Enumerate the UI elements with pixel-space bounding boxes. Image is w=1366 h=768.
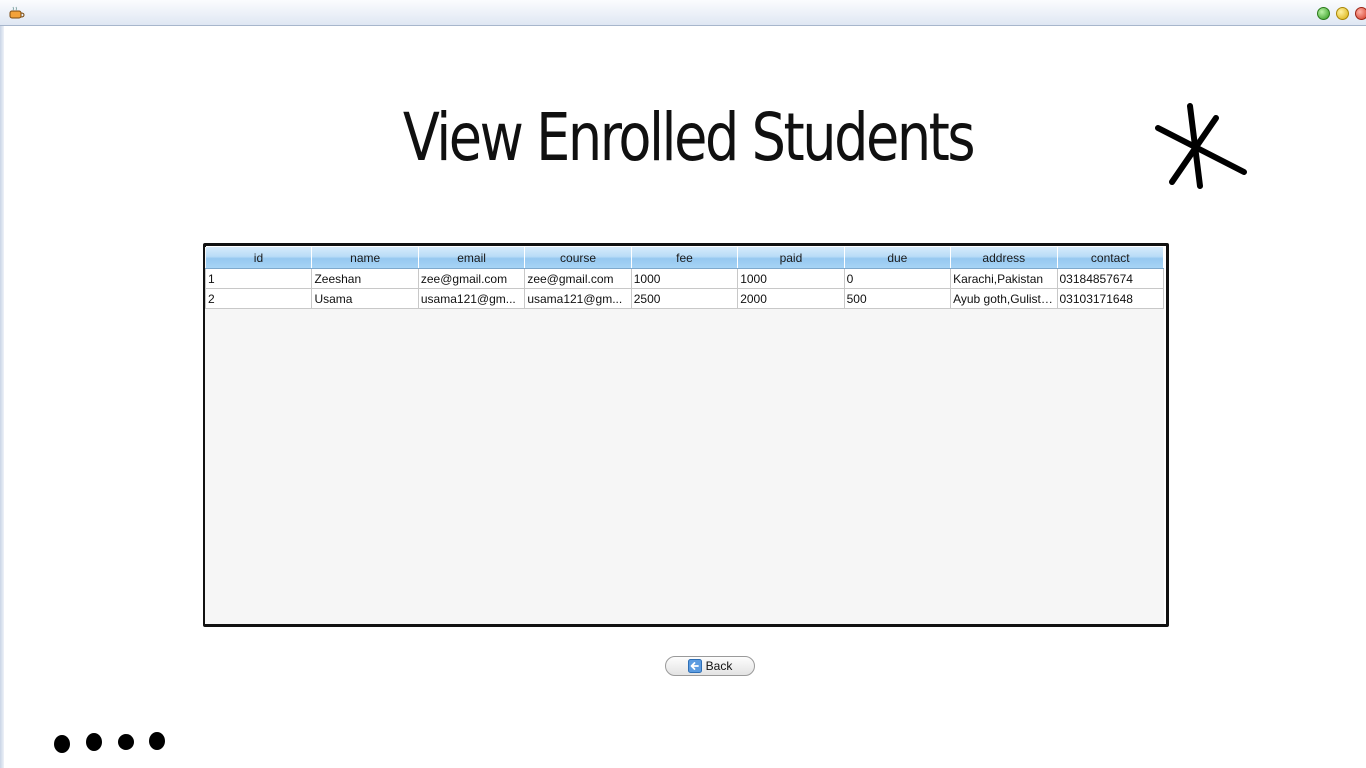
back-button-label: Back bbox=[705, 659, 733, 673]
column-header-course[interactable]: course bbox=[524, 247, 632, 269]
cell-due[interactable]: 0 bbox=[843, 268, 952, 289]
dots-doodle-icon bbox=[54, 732, 165, 753]
cell-email[interactable]: zee@gmail.com bbox=[417, 268, 526, 289]
cell-id[interactable]: 2 bbox=[205, 288, 313, 309]
cell-fee[interactable]: 1000 bbox=[630, 268, 739, 289]
cell-address[interactable]: Ayub goth,Gulista... bbox=[950, 288, 1058, 309]
page-title: View Enrolled Students bbox=[402, 99, 976, 176]
cell-contact[interactable]: 03103171648 bbox=[1056, 288, 1164, 309]
students-table-container[interactable]: id name email course fee paid due addres… bbox=[205, 247, 1164, 624]
cell-email[interactable]: usama121@gm... bbox=[417, 288, 526, 309]
maximize-button[interactable] bbox=[1317, 7, 1330, 20]
window-titlebar bbox=[0, 0, 1366, 26]
column-header-address[interactable]: address bbox=[950, 247, 1058, 269]
close-button[interactable] bbox=[1355, 7, 1366, 20]
column-header-paid[interactable]: paid bbox=[737, 247, 845, 269]
cell-name[interactable]: Usama bbox=[311, 288, 419, 309]
table-header-row: id name email course fee paid due addres… bbox=[205, 247, 1164, 269]
column-header-contact[interactable]: contact bbox=[1057, 247, 1164, 269]
cell-paid[interactable]: 2000 bbox=[737, 288, 845, 309]
cell-paid[interactable]: 1000 bbox=[737, 268, 845, 289]
column-header-name[interactable]: name bbox=[311, 247, 419, 269]
cell-fee[interactable]: 2500 bbox=[630, 288, 739, 309]
column-header-id[interactable]: id bbox=[205, 247, 313, 269]
cell-address[interactable]: Karachi,Pakistan bbox=[950, 268, 1058, 289]
asterisk-doodle-icon bbox=[1155, 103, 1247, 189]
window-left-border bbox=[0, 26, 4, 768]
column-header-due[interactable]: due bbox=[844, 247, 952, 269]
back-arrow-icon bbox=[687, 659, 702, 673]
cell-course[interactable]: zee@gmail.com bbox=[524, 268, 632, 289]
cell-due[interactable]: 500 bbox=[843, 288, 952, 309]
back-button[interactable]: Back bbox=[665, 656, 755, 676]
java-app-icon bbox=[9, 6, 25, 19]
minimize-button[interactable] bbox=[1336, 7, 1349, 20]
table-row[interactable]: 2 Usama usama121@gm... usama121@gm... 25… bbox=[205, 288, 1164, 309]
column-header-email[interactable]: email bbox=[418, 247, 526, 269]
column-header-fee[interactable]: fee bbox=[631, 247, 739, 269]
cell-id[interactable]: 1 bbox=[205, 268, 313, 289]
cell-course[interactable]: usama121@gm... bbox=[524, 288, 632, 309]
students-table: id name email course fee paid due addres… bbox=[205, 247, 1164, 309]
table-row[interactable]: 1 Zeeshan zee@gmail.com zee@gmail.com 10… bbox=[205, 268, 1164, 289]
cell-contact[interactable]: 03184857674 bbox=[1056, 268, 1164, 289]
cell-name[interactable]: Zeeshan bbox=[311, 268, 419, 289]
